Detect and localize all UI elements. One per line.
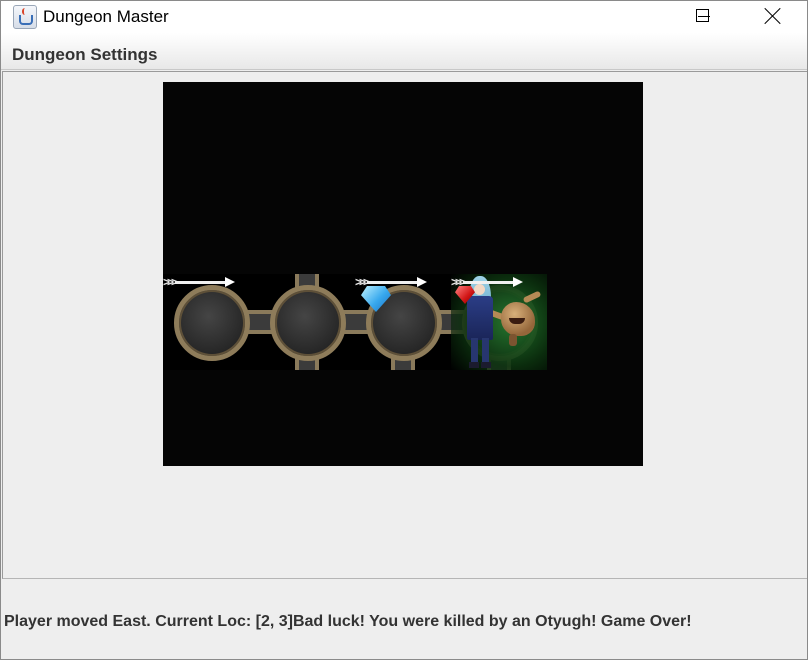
dungeon-tile: >>> [163,274,259,370]
arrow-icon: >>> [355,276,429,288]
close-icon [763,6,783,26]
arrow-icon: >>> [451,276,525,288]
app-window: Dungeon Master Dungeon Settings >>> >>> … [0,0,808,660]
dungeon-tile: >>> [451,274,547,370]
maximize-button[interactable] [680,1,726,33]
dungeon-tile: >>> [355,274,451,370]
dungeon-tile [259,274,355,370]
menu-dungeon-settings[interactable]: Dungeon Settings [12,45,157,65]
window-title: Dungeon Master [43,7,169,26]
cave-room [270,285,346,361]
otyugh-icon [488,288,542,348]
java-cup-icon [13,5,37,29]
status-bar: Player moved East. Current Loc: [2, 3]Ba… [1,579,807,659]
maximize-icon [696,9,709,22]
menu-bar: Dungeon Settings [1,33,807,70]
cave-room [174,285,250,361]
status-message: Player moved East. Current Loc: [2, 3]Ba… [4,613,692,630]
close-button[interactable] [749,1,795,33]
arrow-icon: >>> [163,276,237,288]
dungeon-view: >>> >>> >>> [163,82,643,466]
